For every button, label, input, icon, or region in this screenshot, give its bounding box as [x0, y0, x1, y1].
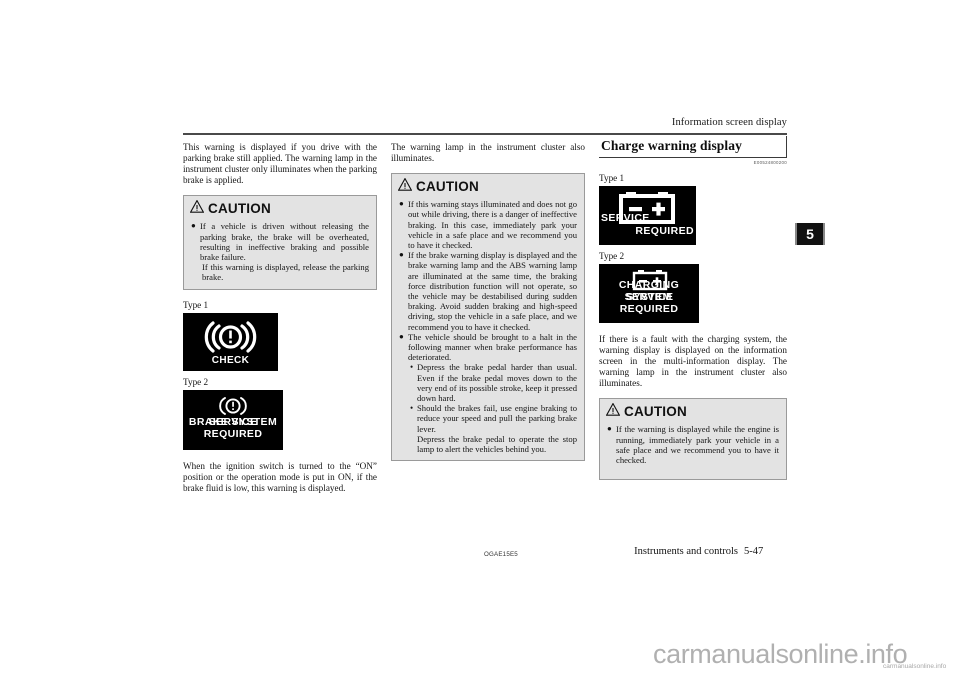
caution-item: ● The vehicle should be brought to a hal… [399, 332, 577, 363]
caution-title: CAUTION [208, 201, 271, 217]
display-text-line2: SERVICE REQUIRED [619, 291, 679, 315]
column-middle: The warning lamp in the instrument clust… [391, 142, 585, 471]
caution-header: CAUTION [392, 174, 584, 198]
caution-body: ● If the warning is displayed while the … [600, 423, 786, 479]
col2-intro-paragraph: The warning lamp in the instrument clust… [391, 142, 585, 164]
section-title: Charge warning display [601, 138, 742, 153]
display-text-check: CHECK [211, 354, 250, 366]
display-text-line2: REQUIRED [635, 225, 694, 237]
charge-service-required-display-image: SERVICE REQUIRED [599, 186, 696, 245]
bullet-icon: ● [191, 221, 196, 231]
figure-2-label: Type 2 [183, 376, 209, 387]
display-text-line1: SERVICE [601, 212, 650, 224]
column-left: This warning is displayed if you drive w… [183, 142, 377, 503]
bullet-icon: ● [399, 331, 404, 341]
caution-item: ● If the warning is displayed while the … [607, 424, 779, 465]
caution-header: CAUTION [600, 399, 786, 423]
caution-body: ● If this warning stays illuminated and … [392, 198, 584, 460]
chapter-tab: 5 [795, 223, 825, 245]
col1-outro-paragraph: When the ignition switch is turned to th… [183, 460, 377, 493]
header-rule [183, 133, 787, 135]
watermark-large: carmanualsonline.info [653, 639, 908, 669]
caution-header: CAUTION [184, 196, 376, 220]
caution-trailing-text: Depress the brake pedal to operate the s… [417, 433, 577, 455]
caution-title: CAUTION [416, 179, 479, 195]
figure-1-label: Type 1 [599, 173, 625, 183]
warning-triangle-icon [605, 402, 621, 421]
caution-item-continuation: If this warning is displayed, release th… [202, 262, 369, 283]
caution-item-text: If this warning stays illuminated and do… [408, 199, 577, 250]
watermark-small: carmanualsonline.info [883, 663, 947, 670]
caution-item-text: If the brake warning display is displaye… [408, 250, 577, 332]
caution-item-text: The vehicle should be brought to a halt … [408, 331, 577, 363]
section-title-box: Charge warning display [599, 136, 787, 158]
sub-bullet-icon: • [410, 403, 414, 414]
caution-body: ● If a vehicle is driven without releasi… [184, 220, 376, 288]
caution-subitem: • Depress the brake pedal harder than us… [410, 362, 577, 403]
page-number: 5-47 [744, 546, 764, 557]
col1-intro-paragraph: This warning is displayed if you drive w… [183, 142, 377, 186]
document-code: OGAE15E5 [484, 551, 518, 558]
brake-system-service-display-image: BRAKE SYSTEM SERVICE REQUIRED [183, 389, 283, 450]
caution-subitem-text: Depress the brake pedal harder than usua… [417, 362, 577, 404]
footer-section-name: Instruments and controls [634, 546, 738, 557]
caution-box-3: CAUTION ● If the warning is displayed wh… [599, 398, 787, 481]
caution-box-1: CAUTION ● If a vehicle is driven without… [183, 195, 377, 290]
caution-title: CAUTION [624, 404, 687, 420]
sub-bullet-icon: • [410, 362, 414, 373]
figure-1-label: Type 1 [183, 299, 209, 310]
bullet-icon: ● [607, 424, 612, 434]
manual-page: Information screen display 5 This warnin… [0, 0, 960, 600]
brake-check-display-image: CHECK [183, 312, 278, 371]
col3-body-paragraph: If there is a fault with the charging sy… [599, 334, 787, 389]
caution-item-text: If the warning is displayed while the en… [616, 424, 779, 466]
caution-item: ● If the brake warning display is displa… [399, 250, 577, 332]
caution-item-text: If a vehicle is driven without releasing… [200, 221, 369, 262]
caution-box-2: CAUTION ● If this warning stays illumina… [391, 173, 585, 462]
column-right: Charge warning display E00524800200 Type… [599, 136, 787, 490]
running-head: Information screen display [671, 117, 787, 128]
caution-subitem: • Should the brakes fail, use engine bra… [410, 403, 577, 434]
caution-item: ● If this warning stays illuminated and … [399, 199, 577, 250]
charging-system-service-display-image: CHARGING SYSTEM SERVICE REQUIRED [599, 264, 699, 323]
display-text-line2: SERVICE REQUIRED [203, 415, 263, 440]
caution-item: ● If a vehicle is driven without releasi… [191, 221, 369, 262]
section-reference-code: E00524800200 [753, 160, 787, 165]
caution-subitem-text: Should the brakes fail, use engine braki… [417, 403, 577, 434]
warning-triangle-icon [397, 177, 413, 196]
bullet-icon: ● [399, 250, 404, 260]
bullet-icon: ● [399, 199, 404, 209]
figure-2-label: Type 2 [599, 251, 625, 261]
warning-triangle-icon [189, 199, 205, 218]
